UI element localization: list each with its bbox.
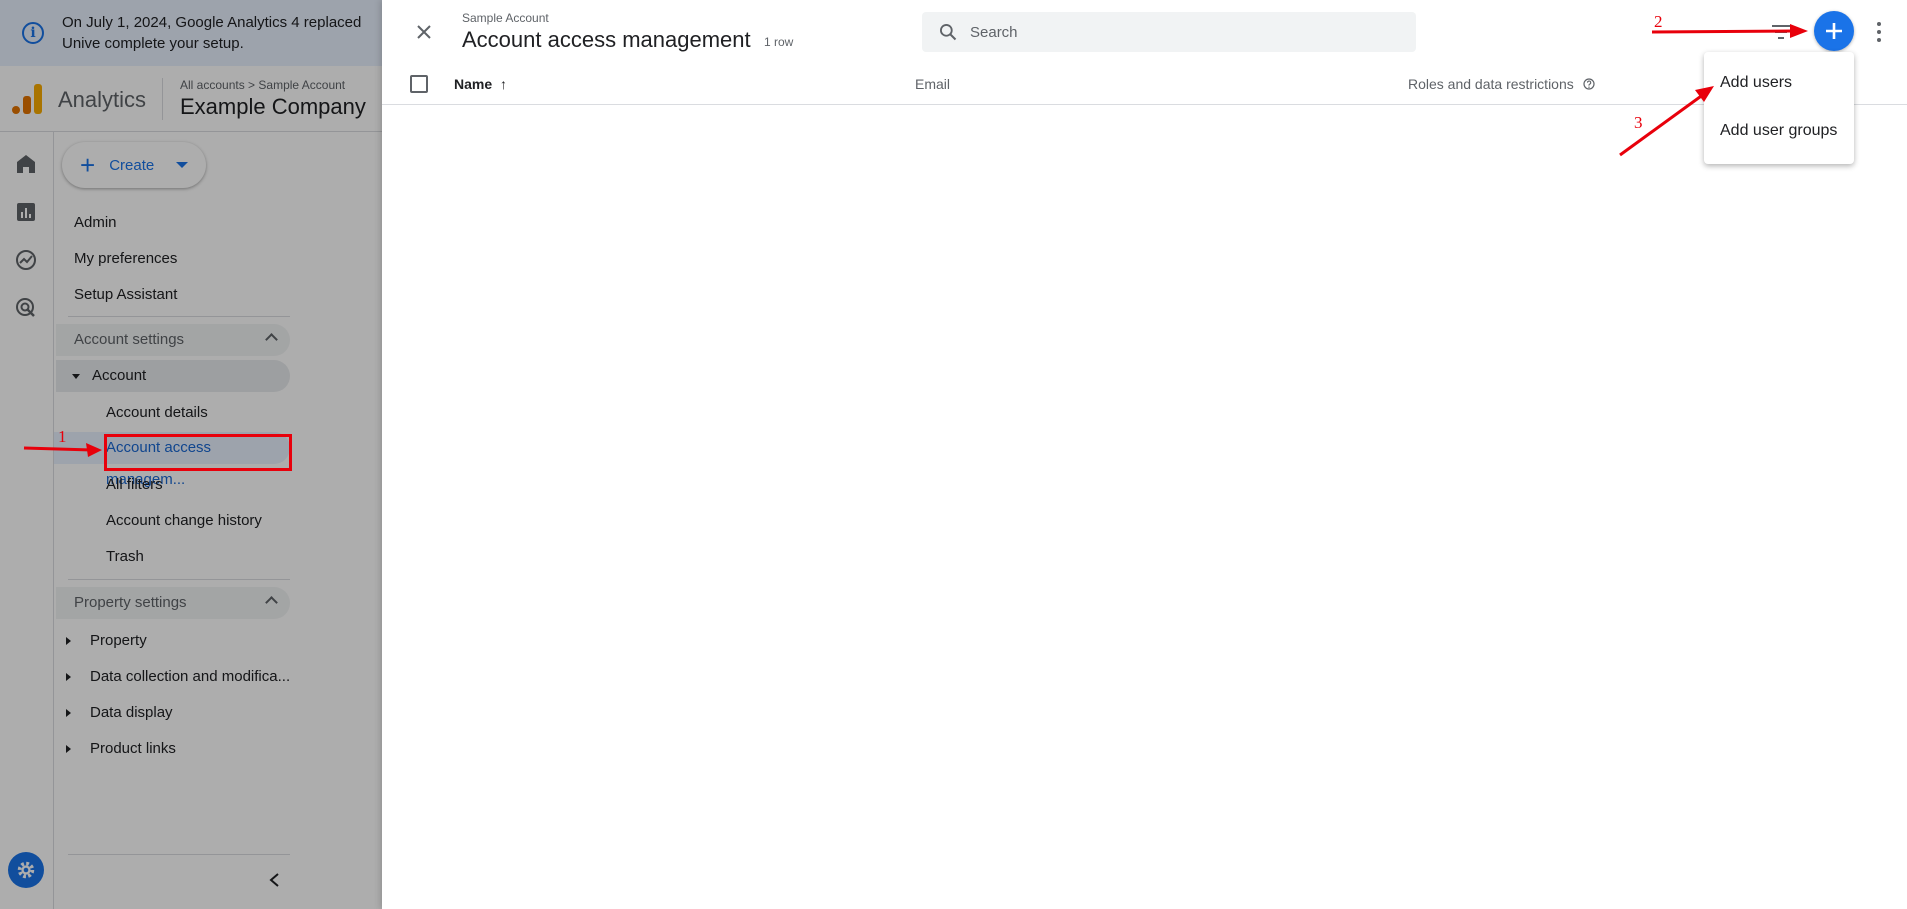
menu-item-add-user-groups[interactable]: Add user groups: [1720, 122, 1837, 140]
annotation-step-3: 3: [1634, 113, 1643, 132]
help-icon[interactable]: [1583, 78, 1595, 90]
menu-item-add-users[interactable]: Add users: [1720, 74, 1792, 92]
sort-arrow-up-icon: ↑: [500, 76, 508, 92]
search-box[interactable]: [922, 12, 1416, 52]
column-email-header[interactable]: Email: [915, 76, 950, 92]
row-count: 1 row: [764, 35, 794, 49]
select-all-checkbox[interactable]: [410, 75, 428, 93]
add-button[interactable]: [1814, 11, 1854, 51]
plus-icon: [1826, 23, 1842, 39]
account-access-sheet: Sample Account Account access management…: [382, 0, 1907, 909]
more-vert-icon[interactable]: [1875, 20, 1883, 44]
annotation-highlight-box: [104, 434, 292, 471]
annotation-step-1: 1: [58, 427, 67, 446]
column-roles-header[interactable]: Roles and data restrictions: [1408, 76, 1595, 92]
close-icon[interactable]: [412, 20, 436, 44]
annotation-step-2: 2: [1654, 12, 1663, 31]
column-name-label: Name: [454, 76, 493, 92]
table-header: Name ↑ Email Roles and data restrictions: [382, 64, 1907, 105]
column-roles-label: Roles and data restrictions: [1408, 76, 1574, 92]
column-name-header[interactable]: Name ↑: [454, 76, 507, 92]
page-title: Account access management: [462, 27, 751, 52]
add-menu: Add users Add user groups: [1704, 52, 1854, 164]
filter-icon[interactable]: [1770, 22, 1792, 42]
search-input[interactable]: [970, 23, 1370, 41]
search-icon: [940, 24, 957, 41]
sheet-eyebrow: Sample Account: [462, 11, 549, 25]
